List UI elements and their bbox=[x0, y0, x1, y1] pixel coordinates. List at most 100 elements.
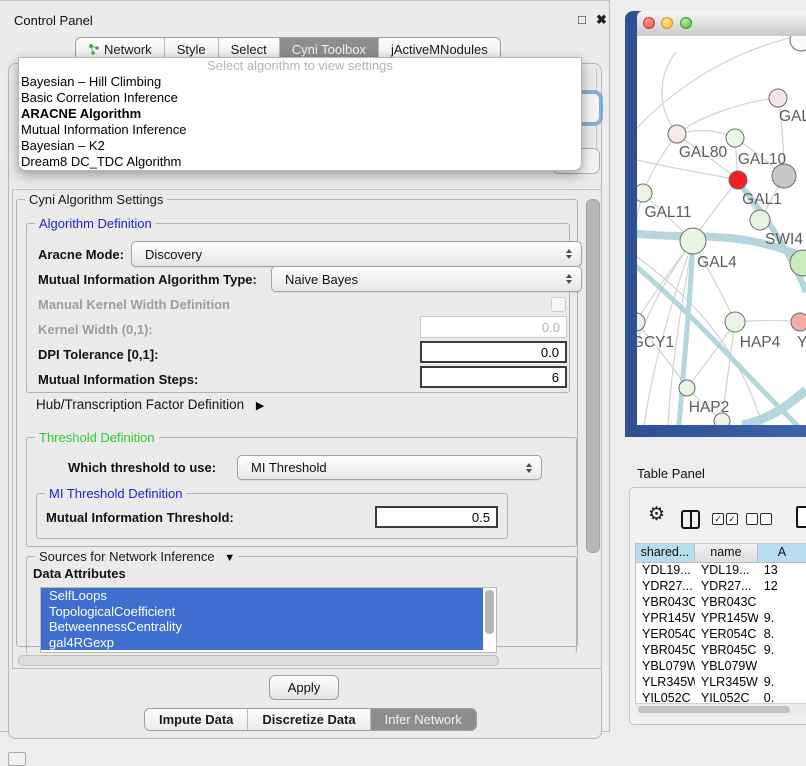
unchecked-box-icon[interactable] bbox=[760, 513, 772, 525]
close-traffic-light-icon[interactable] bbox=[643, 17, 655, 29]
unchecked-box-icon[interactable] bbox=[746, 513, 758, 525]
checked-box-icon[interactable]: ✓ bbox=[726, 513, 738, 525]
dpi-tolerance-field[interactable] bbox=[420, 341, 567, 363]
table-row[interactable]: YBR043CYBR043C bbox=[636, 595, 806, 611]
mi-steps-label: Mutual Information Steps: bbox=[38, 372, 198, 387]
node-label: Y bbox=[797, 334, 806, 351]
manual-kernel-width-label: Manual Kernel Width Definition bbox=[38, 297, 230, 312]
algorithm-option[interactable]: Dream8 DC_TDC Algorithm bbox=[19, 154, 581, 170]
network-node-gal11[interactable] bbox=[637, 184, 652, 202]
table-row[interactable]: YER054CYER054C8. bbox=[636, 627, 806, 643]
table-row[interactable]: YDL19...YDL19...13 bbox=[636, 563, 806, 579]
network-view-window[interactable]: GALGAL80GAL10GAL1GAL11SWI4GAL4GCY1HAP4YH… bbox=[625, 11, 806, 437]
network-canvas[interactable]: GALGAL80GAL10GAL1GAL11SWI4GAL4GCY1HAP4YH… bbox=[637, 36, 806, 425]
which-threshold-label: Which threshold to use: bbox=[68, 460, 216, 475]
algorithm-option[interactable]: Mutual Information Inference bbox=[19, 122, 581, 138]
table-cell bbox=[758, 595, 806, 611]
minimize-traffic-light-icon[interactable] bbox=[661, 17, 673, 29]
table-row[interactable]: YBR045CYBR045C9. bbox=[636, 643, 806, 659]
network-node[interactable] bbox=[790, 36, 806, 51]
table-row[interactable]: YDR27...YDR27...12 bbox=[636, 579, 806, 595]
table-cell: YBL079W bbox=[636, 659, 695, 675]
attribute-list-item[interactable]: BetweennessCentrality bbox=[41, 619, 483, 635]
network-node-y[interactable] bbox=[791, 313, 806, 331]
node-label: GAL80 bbox=[679, 144, 728, 161]
table-cell: YLR345W bbox=[636, 675, 695, 691]
aracne-mode-select[interactable]: Discovery bbox=[131, 241, 582, 267]
bottom-tabs: Impute DataDiscretize DataInfer Network bbox=[144, 708, 477, 731]
table-cell: YBR045C bbox=[695, 643, 758, 659]
table-cell: YDR27... bbox=[636, 579, 695, 595]
algorithm-option[interactable]: Bayesian – Hill Climbing bbox=[19, 74, 581, 90]
network-window-titlebar[interactable] bbox=[637, 11, 806, 37]
table-cell: YBL079W bbox=[695, 659, 758, 675]
network-node-gal4[interactable] bbox=[680, 228, 706, 254]
network-node-hap2[interactable] bbox=[679, 380, 695, 396]
table-row[interactable]: YBL079WYBL079W bbox=[636, 659, 806, 675]
apply-button[interactable]: Apply bbox=[269, 675, 339, 700]
kernel-width-field[interactable] bbox=[420, 316, 567, 338]
algorithm-option[interactable]: Basic Correlation Inference bbox=[19, 90, 581, 106]
collapse-arrow-icon[interactable]: ▼ bbox=[224, 552, 235, 564]
gear-icon[interactable]: ⚙ bbox=[648, 505, 665, 524]
column-header[interactable]: shared... bbox=[636, 544, 695, 562]
mi-threshold-field[interactable] bbox=[375, 506, 498, 528]
network-node-gal1[interactable] bbox=[729, 171, 747, 189]
node-label: GAL11 bbox=[644, 204, 691, 221]
table-cell: 9. bbox=[758, 643, 806, 659]
table-cell: YBR043C bbox=[695, 595, 758, 611]
mi-algorithm-type-select[interactable]: Naive Bayes bbox=[271, 266, 582, 292]
attribute-list-item[interactable]: gal4RGexp bbox=[41, 635, 483, 651]
expand-arrow-icon[interactable]: ▶ bbox=[256, 399, 264, 412]
network-node-gal10[interactable] bbox=[726, 129, 744, 147]
document-icon[interactable] bbox=[796, 506, 806, 528]
algorithm-option[interactable]: ARACNE Algorithm bbox=[19, 106, 581, 122]
zoom-traffic-light-icon[interactable] bbox=[680, 17, 692, 29]
attribute-list-item[interactable]: SelfLoops bbox=[41, 588, 483, 604]
hub-definition-toggle[interactable]: Hub/Transcription Factor Definition ▶ bbox=[36, 397, 264, 412]
network-node-hap4[interactable] bbox=[725, 312, 745, 332]
table-cell: YBR045C bbox=[636, 643, 695, 659]
data-attributes-list[interactable]: SelfLoopsTopologicalCoefficientBetweenne… bbox=[40, 587, 497, 653]
mi-steps-field[interactable] bbox=[420, 366, 567, 388]
sources-toggle[interactable]: Sources for Network Inference ▼ bbox=[35, 549, 239, 564]
table-cell: YPR145W bbox=[636, 611, 695, 627]
tab-label: Network bbox=[104, 42, 152, 57]
columns-icon[interactable] bbox=[681, 510, 700, 529]
checked-box-icon[interactable]: ✓ bbox=[712, 513, 724, 525]
table-horizontal-scrollbar[interactable] bbox=[635, 703, 806, 715]
network-node[interactable] bbox=[714, 413, 730, 425]
tab-infer-network[interactable]: Infer Network bbox=[370, 709, 476, 730]
network-node-gcy1[interactable] bbox=[637, 313, 645, 331]
algorithm-option[interactable]: Bayesian – K2 bbox=[19, 138, 581, 154]
mi-algorithm-type-value: Naive Bayes bbox=[285, 272, 358, 287]
network-node-gal80[interactable] bbox=[668, 125, 686, 143]
manual-kernel-width-checkbox[interactable] bbox=[551, 297, 566, 312]
screen: { "window": { "title": "Control Panel", … bbox=[0, 0, 806, 762]
column-header[interactable]: name bbox=[695, 544, 758, 562]
scrollbar-thumb[interactable] bbox=[638, 706, 790, 713]
algorithm-dropdown-popup: Select algorithm to view settings Bayesi… bbox=[18, 57, 582, 171]
corner-widget[interactable] bbox=[8, 752, 26, 766]
tab-impute-data[interactable]: Impute Data bbox=[145, 709, 247, 730]
attribute-list-item[interactable]: TopologicalCoefficient bbox=[41, 604, 483, 620]
horizontal-scrollbar[interactable] bbox=[18, 655, 499, 666]
network-node[interactable] bbox=[772, 164, 796, 188]
window-title: Control Panel bbox=[14, 13, 93, 28]
network-node-gal[interactable] bbox=[769, 89, 787, 107]
which-threshold-select[interactable]: MI Threshold bbox=[237, 455, 542, 480]
node-table[interactable]: shared...nameA YDL19...YDL19...13YDR27..… bbox=[635, 543, 806, 704]
vertical-scrollbar[interactable] bbox=[586, 199, 600, 553]
tab-discretize-data[interactable]: Discretize Data bbox=[247, 709, 369, 730]
network-graph[interactable]: GALGAL80GAL10GAL1GAL11SWI4GAL4GCY1HAP4YH… bbox=[637, 36, 806, 425]
node-label: GCY1 bbox=[637, 334, 674, 351]
column-header[interactable]: A bbox=[758, 544, 806, 562]
table-row[interactable]: YPR145WYPR145W9. bbox=[636, 611, 806, 627]
network-node-swi4[interactable] bbox=[750, 210, 770, 230]
close-window-icon[interactable]: ✖ bbox=[596, 12, 607, 28]
list-scrollbar[interactable] bbox=[485, 590, 494, 634]
network-icon bbox=[88, 43, 100, 55]
table-row[interactable]: YLR345WYLR345W9. bbox=[636, 675, 806, 691]
table-cell: YDR27... bbox=[695, 579, 758, 595]
float-window-icon[interactable]: □ bbox=[578, 12, 586, 27]
